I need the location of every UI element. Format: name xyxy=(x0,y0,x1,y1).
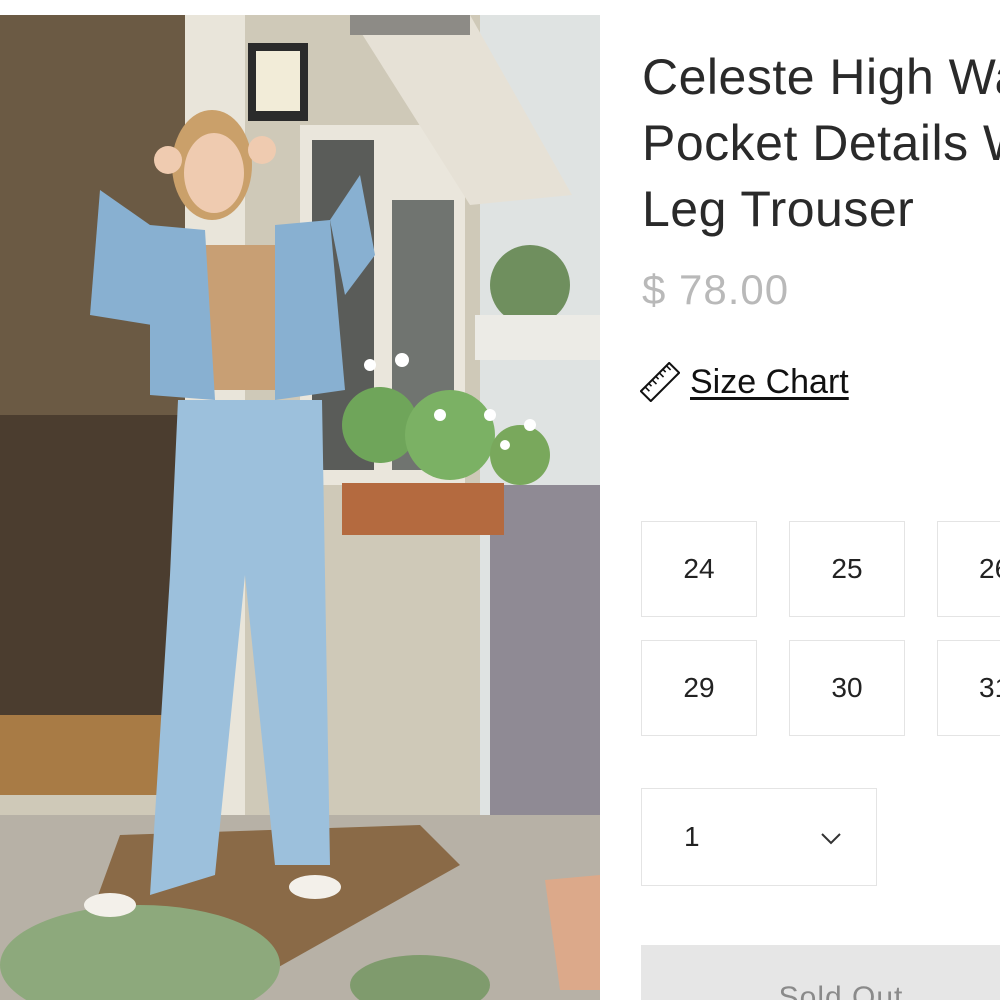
product-title-line: Leg Trouser xyxy=(642,181,915,237)
product-title-line: Celeste High Waist xyxy=(642,49,1000,105)
size-chart-link[interactable]: Size Chart xyxy=(640,361,849,403)
quantity-value: 1 xyxy=(684,821,700,852)
size-option-24[interactable]: 24 xyxy=(641,521,757,617)
size-option-29[interactable]: 29 xyxy=(641,640,757,736)
ruler-icon xyxy=(640,361,681,403)
quantity-select[interactable]: 1 xyxy=(641,788,877,886)
sold-out-button[interactable]: Sold Out xyxy=(641,945,1000,1000)
size-option-26[interactable]: 26 xyxy=(937,521,1000,617)
product-details: Celeste High Waist Pocket Details Wide L… xyxy=(640,0,1000,1000)
chevron-down-icon xyxy=(820,821,842,853)
product-title: Celeste High Waist Pocket Details Wide L… xyxy=(642,44,1000,242)
size-option-25[interactable]: 25 xyxy=(789,521,905,617)
product-image[interactable] xyxy=(0,15,600,1000)
size-option-30[interactable]: 30 xyxy=(789,640,905,736)
product-price: $ 78.00 xyxy=(642,266,790,313)
product-title-line: Pocket Details Wide xyxy=(642,115,1000,171)
size-chart-label: Size Chart xyxy=(690,362,849,401)
size-option-31[interactable]: 31 xyxy=(937,640,1000,736)
